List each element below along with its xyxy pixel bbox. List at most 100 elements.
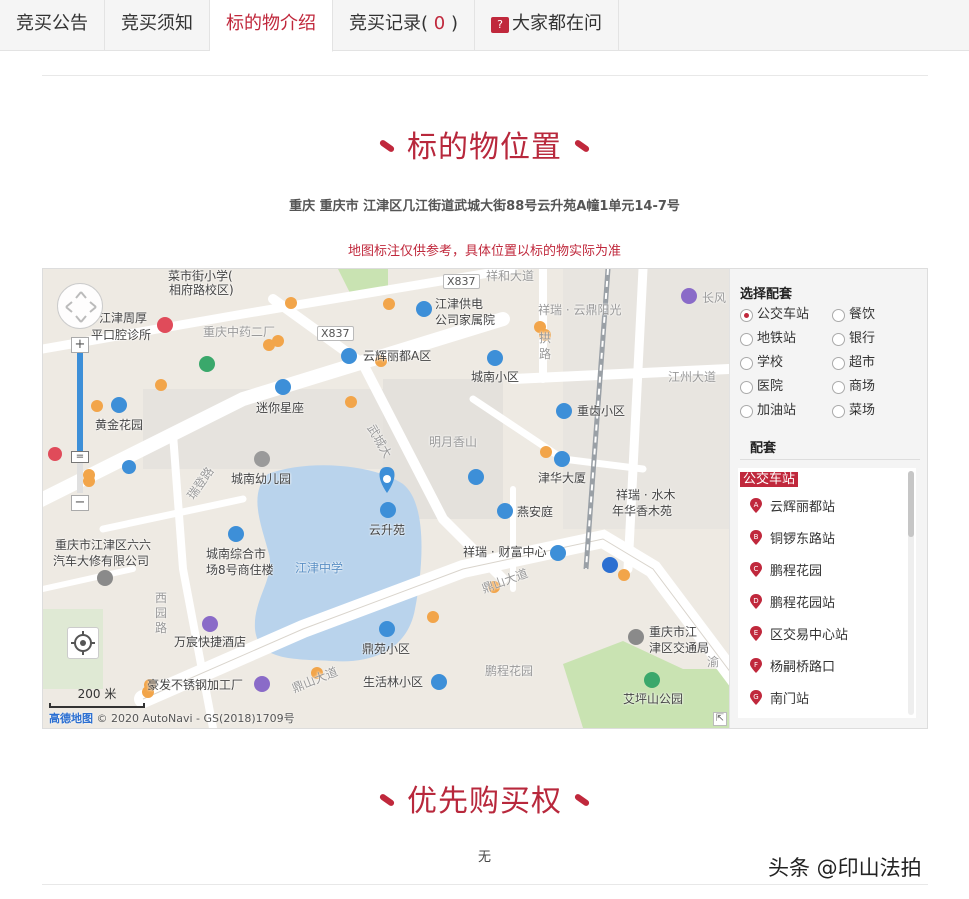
list-item[interactable]: G 南门站 [750, 688, 809, 707]
map-label: 江津中学 [295, 561, 344, 575]
list-item[interactable]: B 铜锣东路站 [750, 528, 835, 547]
map-label: 江州大道 [668, 370, 717, 384]
map-label: 祥和大道 [486, 269, 535, 283]
map-label: 重庆市江 [649, 625, 698, 639]
radio-mall[interactable]: 商场 [832, 378, 920, 396]
map-label: 江津供电 [435, 297, 484, 311]
list-item[interactable]: D 鹏程花园站 [750, 592, 835, 611]
radio-hospital[interactable]: 医院 [740, 378, 832, 396]
radio-dining[interactable]: 餐饮 [832, 306, 920, 324]
radio-label: 医院 [757, 379, 784, 394]
tab-faq[interactable]: ? 大家都在问 [475, 0, 619, 51]
radio-school[interactable]: 学校 [740, 354, 832, 372]
map-label: 津华大厦 [538, 471, 587, 485]
map-label: 云升苑 [369, 523, 406, 537]
radio-label: 加油站 [757, 403, 797, 418]
radio-supermarket[interactable]: 超市 [832, 354, 920, 372]
tab-label: 竞买公告 [16, 13, 88, 34]
map-widget: 菜市街小学( 相府路校区) X837 祥和大道 江津周厚 平口腔诊所 重庆中药二… [42, 268, 928, 729]
radio-dot [740, 332, 753, 346]
pan-control[interactable] [57, 283, 103, 329]
tab-label: 竞买记录 [349, 13, 421, 34]
list-scrollbar[interactable] [908, 471, 914, 715]
radio-subway[interactable]: 地铁站 [740, 330, 832, 348]
radio-market[interactable]: 菜场 [832, 402, 920, 420]
radio-label: 餐饮 [849, 307, 876, 322]
map-label: 重庆中药二厂 [203, 325, 276, 339]
map-label: 城南小区 [471, 370, 520, 384]
map-label: 生活林小区 [363, 675, 424, 689]
bid-count: 0 [433, 13, 446, 34]
radio-label: 超市 [849, 355, 876, 370]
panel-title: 选择配套 [740, 287, 793, 302]
category-tag: 公交车站 [740, 472, 799, 487]
tab-label: 大家都在问 [511, 13, 602, 34]
list-item[interactable]: A 云辉丽都站 [750, 496, 835, 515]
road-number-tag: X837 [317, 326, 354, 341]
map-label: 长风 [702, 291, 727, 305]
radio-dot [740, 380, 753, 394]
map-label: 城南综合市 [206, 547, 267, 561]
tab-item-introduction[interactable]: 标的物介绍 [210, 0, 333, 52]
copyright-text: © 2020 AutoNavi - GS(2018)1709号 [96, 712, 295, 725]
zoom-level-fill [77, 353, 83, 463]
svg-text:G: G [753, 693, 758, 701]
map-label: 相府路校区) [169, 283, 234, 297]
map-label: 艾坪山公园 [623, 692, 684, 706]
list-item[interactable]: C 鹏程花园 [750, 560, 822, 579]
radio-gas-station[interactable]: 加油站 [740, 402, 832, 420]
map-label: 鼎苑小区 [362, 642, 411, 656]
tab-auction-announcement[interactable]: 竞买公告 [0, 0, 105, 51]
section-title-preemption: 优先购买权 [0, 776, 969, 820]
expand-map-icon[interactable]: ⇱ [713, 712, 727, 726]
radio-label: 银行 [849, 331, 876, 346]
radio-bus-stop[interactable]: 公交车站 [740, 306, 832, 324]
radio-label: 公交车站 [757, 307, 810, 322]
title-decoration-icon [378, 138, 396, 154]
scroll-thumb[interactable] [908, 471, 914, 537]
property-address: 重庆 重庆市 江津区几江街道武城大街88号云升苑A幢1单元14-7号 [289, 199, 680, 214]
tab-label: 标的物介绍 [226, 13, 316, 34]
locate-button[interactable] [67, 627, 99, 659]
radio-dot [832, 404, 845, 418]
map-label: 重齿小区 [577, 404, 626, 418]
section-title-location: 标的物位置 [0, 122, 969, 166]
tab-bar: 竞买公告 竞买须知 标的物介绍 竞买记录( 0 ) ? 大家都在问 [0, 0, 969, 52]
map-disclaimer: 地图标注仅供参考，具体位置以标的物实际为准 [347, 244, 621, 259]
list-item[interactable]: F 杨嗣桥路口 [750, 656, 835, 675]
radio-dot [832, 356, 845, 370]
question-badge-icon: ? [490, 17, 509, 33]
panel-subtitle: 配套 [750, 441, 777, 456]
facility-type-options: 公交车站 餐饮 地铁站 银行 学校 超市 医院 商场 加油站 菜场 [740, 306, 920, 420]
radio-label: 地铁站 [757, 331, 797, 346]
radio-dot [832, 332, 845, 346]
map-label: 拱 [539, 331, 552, 345]
stop-name: 鹏程花园站 [770, 596, 836, 611]
map-canvas[interactable]: 菜市街小学( 相府路校区) X837 祥和大道 江津周厚 平口腔诊所 重庆中药二… [43, 269, 729, 728]
title-decoration-icon [378, 792, 396, 808]
radio-dot [832, 380, 845, 394]
map-label: 路 [155, 621, 168, 635]
map-label: 豪发不锈钢加工厂 [147, 678, 244, 692]
map-label: 燕安庭 [517, 505, 554, 519]
radio-label: 商场 [849, 379, 876, 394]
section-title-text: 标的物位置 [407, 130, 562, 165]
divider [42, 884, 928, 885]
scale-bar: 200 米 [49, 685, 145, 708]
zoom-out-button[interactable]: − [71, 495, 89, 511]
map-pin-d-icon: D [750, 594, 762, 609]
list-item[interactable]: E 区交易中心站 [750, 624, 848, 643]
tab-bid-records[interactable]: 竞买记录( 0 ) [333, 0, 475, 51]
tab-auction-notice[interactable]: 竞买须知 [105, 0, 210, 51]
radio-label: 菜场 [849, 403, 876, 418]
zoom-in-button[interactable]: + [71, 337, 89, 353]
svg-text:F: F [754, 661, 758, 669]
radio-dot [740, 404, 753, 418]
radio-dot [740, 356, 753, 370]
facilities-panel: 选择配套 公交车站 餐饮 地铁站 银行 学校 超市 医院 商场 加油站 菜场 配… [729, 269, 927, 728]
radio-bank[interactable]: 银行 [832, 330, 920, 348]
map-label: 渝 [707, 655, 720, 669]
zoom-slider-handle[interactable]: = [71, 451, 89, 463]
stop-name: 杨嗣桥路口 [770, 660, 836, 675]
pan-arrows-icon [65, 291, 97, 323]
